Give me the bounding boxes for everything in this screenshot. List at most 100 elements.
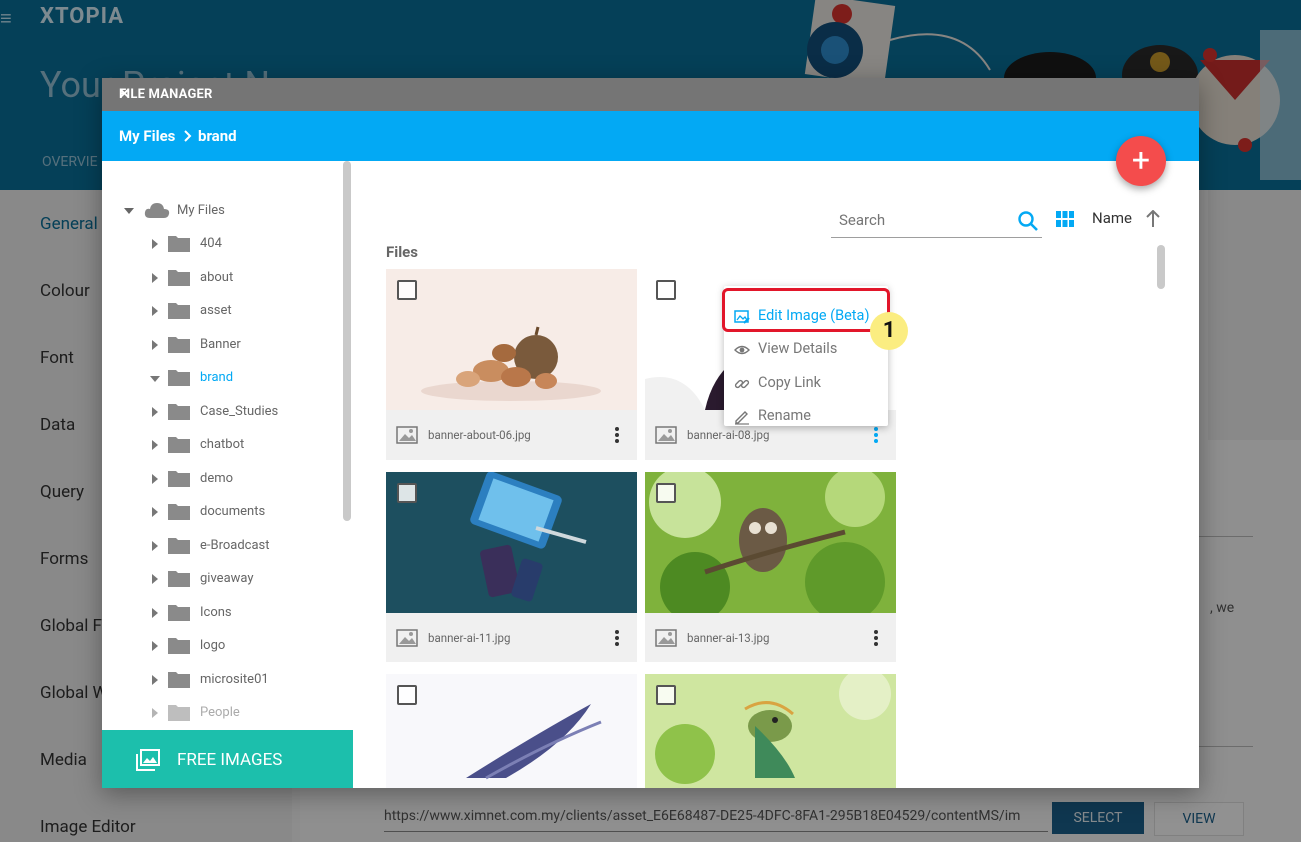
caret-right-icon[interactable] [150, 405, 160, 419]
file-card[interactable]: banner-about-06.jpg [386, 269, 637, 460]
sort-by-label[interactable]: Name [1092, 209, 1132, 227]
tree-scrollbar[interactable] [343, 161, 351, 521]
tree-folder-label: e-Broadcast [200, 537, 270, 553]
owl-image [645, 472, 896, 613]
caret-right-icon[interactable] [150, 505, 160, 519]
folder-icon [168, 705, 190, 721]
more-vert-icon[interactable] [873, 629, 879, 647]
tree-folder-icons[interactable]: Icons [150, 603, 330, 625]
caret-right-icon[interactable] [150, 438, 160, 452]
caret-right-icon[interactable] [150, 338, 160, 352]
caret-right-icon[interactable] [150, 606, 160, 620]
tree-folder-label: about [200, 269, 234, 285]
grid-view-icon[interactable] [1056, 211, 1074, 227]
file-checkbox[interactable] [656, 483, 676, 503]
tree-folder-giveaway[interactable]: giveaway [150, 569, 330, 591]
free-images-button[interactable]: FREE IMAGES [102, 730, 353, 788]
tree-folder-about[interactable]: about [150, 268, 330, 290]
image-icon [396, 629, 418, 647]
tree-folder-label: 404 [200, 236, 222, 251]
file-thumbnail[interactable] [645, 674, 896, 788]
caret-down-icon[interactable] [124, 204, 134, 218]
close-icon[interactable]: ✕ [119, 87, 1181, 102]
tree-folder-label: Case_Studies [200, 403, 279, 419]
folder-icon [168, 303, 190, 319]
folder-icon [168, 504, 190, 520]
menu-item-copy-link[interactable]: Copy Link [724, 367, 888, 400]
menu-item-view-details[interactable]: View Details [724, 333, 888, 366]
tree-folder-microsite01[interactable]: microsite01 [150, 670, 330, 692]
tree-folder-chatbot[interactable]: chatbot [150, 435, 330, 457]
add-button[interactable]: + [1116, 136, 1166, 186]
file-thumbnail[interactable] [645, 472, 896, 613]
tree-folder-demo[interactable]: demo [150, 469, 330, 491]
tree-folder-people[interactable]: People [150, 703, 330, 725]
files-scrollbar[interactable] [1157, 245, 1165, 289]
devices-image [386, 472, 637, 613]
tree-folder-asset[interactable]: asset [150, 301, 330, 323]
breadcrumb-brand[interactable]: brand [198, 127, 237, 145]
caret-down-icon[interactable] [150, 371, 160, 385]
caret-right-icon[interactable] [150, 639, 160, 653]
tree-folder-brand[interactable]: brand [150, 368, 330, 390]
modal-title-bar: FILE MANAGER ✕ [102, 78, 1199, 111]
tree-folder-label: demo [200, 470, 234, 486]
search-input[interactable] [831, 206, 1001, 234]
search-icon[interactable] [1017, 210, 1039, 232]
caret-right-icon[interactable] [150, 472, 160, 486]
file-checkbox[interactable] [397, 483, 417, 503]
arrow-up-icon[interactable] [1146, 210, 1160, 228]
tree-folder-case-studies[interactable]: Case_Studies [150, 402, 330, 424]
file-checkbox[interactable] [656, 280, 676, 300]
tree-folder-banner[interactable]: Banner [150, 335, 330, 357]
caret-right-icon[interactable] [150, 706, 160, 720]
tree-folder-label: asset [200, 303, 232, 318]
file-thumbnail[interactable] [386, 674, 637, 788]
file-card[interactable]: banner-ai-11.jpg [386, 472, 637, 662]
menu-item-rename[interactable]: Rename [724, 400, 888, 433]
file-card[interactable]: banner-ai-13.jpg [645, 472, 896, 662]
caret-right-icon[interactable] [150, 673, 160, 687]
folder-icon [168, 236, 190, 252]
tree-folder-label: microsite01 [200, 671, 269, 687]
folder-tree: My Files 404 about asset Banner brand Case_St… [102, 161, 353, 788]
folder-icon [168, 403, 190, 420]
folder-icon [168, 437, 190, 453]
tree-folder-label: People [200, 705, 240, 720]
file-card[interactable] [645, 674, 896, 788]
more-vert-icon[interactable] [614, 426, 620, 444]
caret-right-icon[interactable] [150, 237, 160, 251]
highlight-box [722, 288, 890, 332]
file-card[interactable] [386, 674, 637, 788]
tree-root[interactable]: My Files [124, 201, 324, 223]
caret-right-icon[interactable] [150, 539, 160, 553]
tree-folder-404[interactable]: 404 [150, 234, 330, 256]
tree-folder-logo[interactable]: logo [150, 636, 330, 658]
image-icon [396, 426, 418, 444]
breadcrumb-my-files[interactable]: My Files [119, 127, 175, 145]
file-checkbox[interactable] [397, 685, 417, 705]
eye-icon [734, 345, 750, 355]
lizard-image [645, 674, 896, 788]
file-footer: banner-about-06.jpg [386, 410, 637, 460]
more-vert-icon[interactable] [614, 629, 620, 647]
tree-folder-label: Icons [200, 604, 232, 620]
file-checkbox[interactable] [397, 280, 417, 300]
images-icon [136, 749, 160, 771]
image-icon [655, 629, 677, 647]
search-field[interactable] [831, 206, 1042, 238]
folder-icon [168, 370, 190, 386]
file-footer: banner-ai-11.jpg [386, 613, 637, 663]
file-thumbnail[interactable] [386, 472, 637, 613]
folder-icon [168, 269, 190, 286]
tree-folder-label: Banner [200, 336, 241, 352]
file-thumbnail[interactable] [386, 269, 637, 410]
tree-folder-label: logo [200, 638, 226, 653]
caret-right-icon[interactable] [150, 304, 160, 318]
caret-right-icon[interactable] [150, 572, 160, 586]
tree-folder-e-broadcast[interactable]: e-Broadcast [150, 536, 330, 558]
image-icon [655, 426, 677, 444]
file-checkbox[interactable] [656, 685, 676, 705]
tree-folder-documents[interactable]: documents [150, 502, 330, 524]
caret-right-icon[interactable] [150, 271, 160, 285]
